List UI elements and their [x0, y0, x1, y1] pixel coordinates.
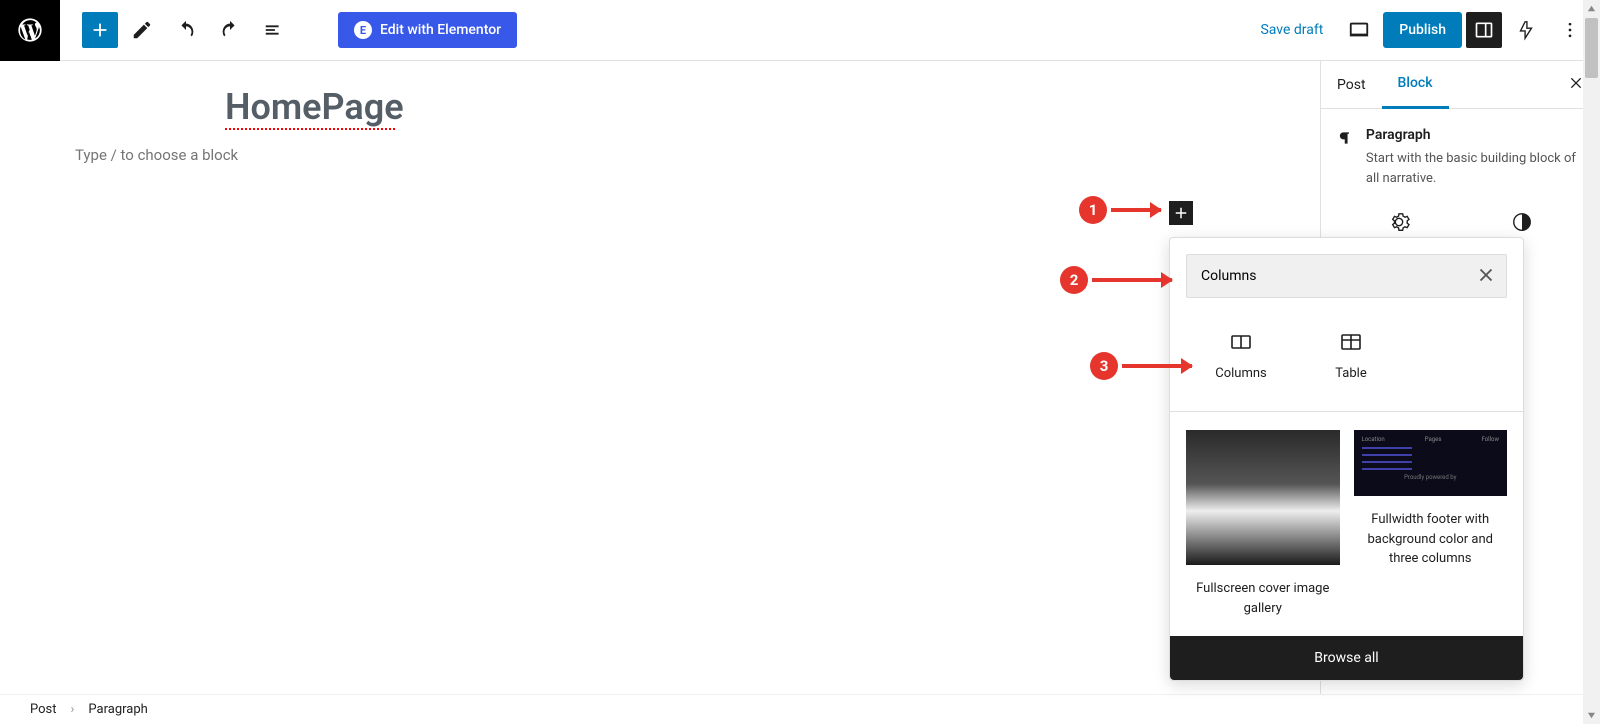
plus-icon	[1172, 204, 1190, 222]
tools-button[interactable]	[122, 10, 162, 50]
tab-block[interactable]: Block	[1382, 61, 1449, 109]
annotation-badge: 2	[1060, 266, 1088, 294]
close-icon	[1568, 75, 1584, 91]
redo-icon	[219, 19, 241, 41]
settings-sidebar-toggle[interactable]	[1466, 12, 1502, 48]
breadcrumb-root[interactable]: Post	[30, 702, 57, 717]
save-draft-button[interactable]: Save draft	[1248, 22, 1335, 38]
post-title-input[interactable]: HomePage	[75, 86, 404, 128]
annotation-badge: 1	[1079, 196, 1107, 224]
block-option-label: Columns	[1215, 366, 1267, 381]
inserter-search-input[interactable]	[1186, 254, 1507, 298]
breadcrumb-current: Paragraph	[88, 702, 147, 717]
block-breadcrumb: Post › Paragraph	[0, 694, 1600, 724]
tab-post[interactable]: Post	[1321, 61, 1382, 109]
editor-topbar: E Edit with Elementor Save draft Publish	[0, 0, 1600, 61]
jetpack-button[interactable]	[1506, 10, 1546, 50]
toggle-inserter-button[interactable]	[82, 12, 118, 48]
inserter-results-blocks: Columns Table	[1170, 314, 1523, 411]
block-type-title: Paragraph	[1366, 127, 1584, 143]
settings-gear-icon	[1388, 211, 1410, 233]
block-type-desc: Start with the basic building block of a…	[1366, 149, 1584, 188]
block-description: Paragraph Start with the basic building …	[1321, 109, 1600, 206]
block-inserter-popup: Columns Table Fullscreen cover image gal…	[1169, 237, 1524, 681]
pattern-thumbnail: LocationPagesFollow Proudly powered by	[1354, 430, 1508, 496]
clear-search-button[interactable]	[1475, 264, 1497, 290]
annotation-2: 2	[1060, 266, 1172, 294]
more-vertical-icon	[1560, 20, 1580, 40]
scroll-down-icon	[1587, 711, 1596, 720]
block-option-columns[interactable]: Columns	[1186, 320, 1296, 391]
jetpack-icon	[1515, 19, 1537, 41]
list-view-icon	[263, 19, 285, 41]
document-overview-button[interactable]	[254, 10, 294, 50]
undo-button[interactable]	[166, 10, 206, 50]
breadcrumb-separator: ›	[71, 702, 75, 717]
browse-all-button[interactable]: Browse all	[1170, 636, 1523, 680]
wordpress-icon	[16, 16, 44, 44]
pattern-option-cover-gallery[interactable]: Fullscreen cover image gallery	[1186, 430, 1340, 618]
pattern-caption: Fullscreen cover image gallery	[1186, 579, 1340, 618]
scrollbar-thumb[interactable]	[1585, 18, 1598, 78]
toolbar-left: E Edit with Elementor	[60, 10, 517, 50]
annotation-1: 1	[1079, 196, 1161, 224]
desktop-icon	[1348, 19, 1370, 41]
empty-paragraph-block[interactable]: Type / to choose a block	[75, 146, 238, 164]
annotation-arrow	[1111, 208, 1161, 212]
inserter-search-wrap	[1186, 254, 1507, 298]
undo-icon	[175, 19, 197, 41]
columns-icon	[1229, 330, 1253, 354]
table-icon	[1339, 330, 1363, 354]
annotation-arrow	[1092, 278, 1172, 282]
pattern-caption: Fullwidth footer with background color a…	[1354, 510, 1508, 569]
elementor-label: Edit with Elementor	[380, 22, 501, 38]
publish-button[interactable]: Publish	[1383, 12, 1462, 48]
sidebar-tabs: Post Block	[1321, 61, 1600, 109]
inserter-results-patterns: Fullscreen cover image gallery LocationP…	[1170, 412, 1523, 636]
sidebar-icon	[1474, 20, 1494, 40]
annotation-arrow	[1122, 364, 1192, 368]
wp-logo[interactable]	[0, 0, 60, 61]
edit-with-elementor-button[interactable]: E Edit with Elementor	[338, 12, 517, 48]
toolbar-right: Save draft Publish	[1248, 10, 1600, 50]
vertical-scrollbar[interactable]	[1583, 0, 1600, 724]
pattern-option-footer-columns[interactable]: LocationPagesFollow Proudly powered by F…	[1354, 430, 1508, 618]
publish-label: Publish	[1399, 22, 1446, 38]
close-icon	[1475, 264, 1497, 286]
elementor-icon: E	[354, 21, 372, 39]
redo-button[interactable]	[210, 10, 250, 50]
plus-icon	[89, 19, 111, 41]
post-title-wrapper: HomePage	[75, 86, 1175, 128]
inline-add-block-button[interactable]	[1169, 201, 1193, 225]
block-option-table[interactable]: Table	[1296, 320, 1406, 391]
paragraph-icon	[1337, 127, 1354, 149]
pattern-thumbnail	[1186, 430, 1340, 565]
preview-button[interactable]	[1339, 10, 1379, 50]
scroll-up-icon	[1587, 4, 1596, 13]
block-option-label: Table	[1335, 366, 1366, 381]
annotation-badge: 3	[1090, 352, 1118, 380]
annotation-3: 3	[1090, 352, 1192, 380]
edit-icon	[131, 19, 153, 41]
styles-icon	[1511, 211, 1533, 233]
